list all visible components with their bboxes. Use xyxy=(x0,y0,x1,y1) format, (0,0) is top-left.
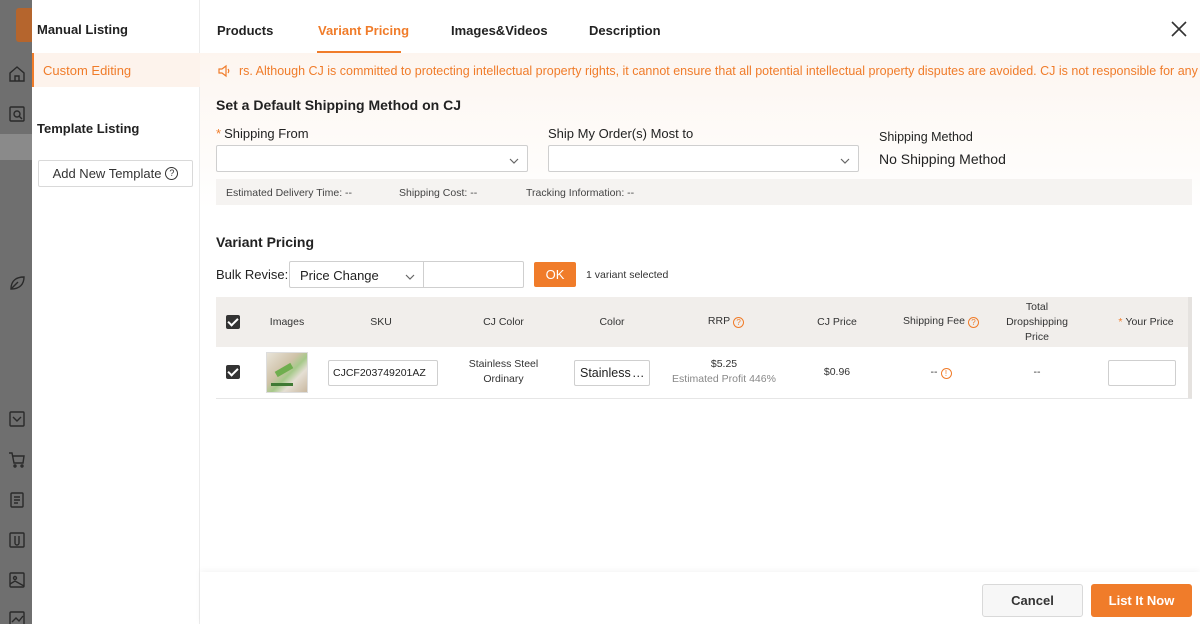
total-price-cell: -- xyxy=(1033,366,1041,378)
add-new-template-button[interactable]: Add New Template ? xyxy=(38,160,193,187)
template-listing-title: Template Listing xyxy=(37,121,140,136)
app-rail xyxy=(0,0,32,624)
col-rrp: RRP? xyxy=(686,314,766,329)
ship-to-select[interactable] xyxy=(548,145,859,172)
cart-icon[interactable] xyxy=(8,451,26,469)
bulk-revise-label: Bulk Revise: xyxy=(216,267,289,282)
variant-pricing-drawer: Products Variant Pricing Images&Videos D… xyxy=(200,0,1200,624)
warning-icon[interactable]: ! xyxy=(940,368,952,379)
shipping-method-label: Shipping Method xyxy=(879,130,973,144)
drawer-footer: Cancel List It Now xyxy=(200,572,1200,624)
leaf-icon[interactable] xyxy=(8,274,26,292)
your-price-input[interactable] xyxy=(1108,360,1176,386)
row-checkbox[interactable] xyxy=(226,365,240,379)
rail-active-band xyxy=(0,134,32,160)
help-icon[interactable]: ? xyxy=(165,167,179,180)
notice-text: rs. Although CJ is committed to protecti… xyxy=(239,64,1200,78)
shipping-cost-text: Shipping Cost: -- xyxy=(399,187,478,199)
bulk-revise-select[interactable]: Price Change xyxy=(289,261,424,288)
ship-to-label: Ship My Order(s) Most to xyxy=(548,126,694,141)
selected-count: 1 variant selected xyxy=(586,269,669,281)
cancel-button[interactable]: Cancel xyxy=(982,584,1083,617)
delivery-time-text: Estimated Delivery Time: -- xyxy=(226,187,353,199)
list-it-now-button[interactable]: List It Now xyxy=(1091,584,1192,617)
col-sku: SKU xyxy=(370,316,392,328)
ip-notice-banner: rs. Although CJ is committed to protecti… xyxy=(200,53,1200,89)
app-logo xyxy=(16,8,32,42)
shipping-method-value: No Shipping Method xyxy=(879,151,1006,167)
speaker-icon xyxy=(217,64,231,78)
shipping-estimate-bar: Estimated Delivery Time: -- Shipping Cos… xyxy=(216,179,1192,205)
chevron-down-icon xyxy=(840,154,850,164)
add-template-label: Add New Template xyxy=(52,166,162,181)
tab-description[interactable]: Description xyxy=(589,23,661,38)
rrp-cell: $5.25 Estimated Profit 446% xyxy=(664,357,784,387)
tab-variant-pricing[interactable]: Variant Pricing xyxy=(318,23,409,38)
color-field-value: Stainless Steel Ordinary xyxy=(580,366,632,380)
clipboard-icon[interactable] xyxy=(8,491,26,509)
col-total-dropshipping-price: Total Dropshipping Price xyxy=(1006,301,1068,343)
custom-editing-item[interactable]: Custom Editing xyxy=(32,53,200,87)
mail-icon[interactable] xyxy=(8,410,26,428)
col-images: Images xyxy=(269,316,305,328)
col-color: Color xyxy=(599,316,625,328)
manual-listing-title: Manual Listing xyxy=(37,22,128,37)
variant-table-header: Images SKU CJ Color Color RRP? CJ Price … xyxy=(216,297,1192,347)
estimated-profit: Estimated Profit 446% xyxy=(672,373,776,385)
col-your-price: * Your Price xyxy=(1118,316,1174,328)
chevron-down-icon xyxy=(509,154,519,164)
tracking-info-text: Tracking Information: -- xyxy=(526,187,635,199)
chart-icon[interactable] xyxy=(8,610,26,624)
search-doc-icon[interactable] xyxy=(8,105,26,123)
shipping-fee-cell: --! xyxy=(906,365,976,380)
color-field[interactable]: Stainless Steel Ordinary… xyxy=(574,360,650,386)
bulk-ok-button[interactable]: OK xyxy=(534,262,576,287)
close-icon[interactable] xyxy=(1170,20,1188,38)
gallery-icon[interactable] xyxy=(8,571,26,589)
shipping-fee-help-icon[interactable]: ? xyxy=(967,317,979,328)
col-shipping-fee: Shipping Fee? xyxy=(896,314,986,329)
select-all-checkbox[interactable] xyxy=(226,315,240,329)
cj-price-cell: $0.96 xyxy=(823,366,851,378)
bulk-revise-input[interactable] xyxy=(424,261,524,288)
col-cj-price: CJ Price xyxy=(817,316,857,328)
tab-images-videos[interactable]: Images&Videos xyxy=(451,23,548,38)
shipping-from-select[interactable] xyxy=(216,145,528,172)
shipping-from-label: * Shipping From xyxy=(216,126,309,141)
rrp-value: $5.25 xyxy=(710,358,738,370)
tab-products[interactable]: Products xyxy=(217,23,273,38)
clip-icon[interactable] xyxy=(8,531,26,549)
table-row: CJCF203749201AZ Stainless Steel Ordinary … xyxy=(216,347,1192,399)
rrp-help-icon[interactable]: ? xyxy=(733,317,745,328)
tab-bar: Products Variant Pricing Images&Videos D… xyxy=(200,0,1200,53)
product-thumbnail[interactable] xyxy=(266,352,308,393)
shipping-section-title: Set a Default Shipping Method on CJ xyxy=(216,97,461,113)
cj-color-cell: Stainless Steel Ordinary xyxy=(468,358,539,385)
bulk-revise-value: Price Change xyxy=(300,268,379,283)
variant-pricing-title: Variant Pricing xyxy=(216,234,315,250)
sku-field[interactable]: CJCF203749201AZ xyxy=(328,360,438,386)
home-icon[interactable] xyxy=(8,65,26,83)
listing-mode-panel: Manual Listing Custom Editing Template L… xyxy=(32,0,200,624)
chevron-down-icon xyxy=(405,270,415,280)
col-cj-color: CJ Color xyxy=(483,316,524,328)
